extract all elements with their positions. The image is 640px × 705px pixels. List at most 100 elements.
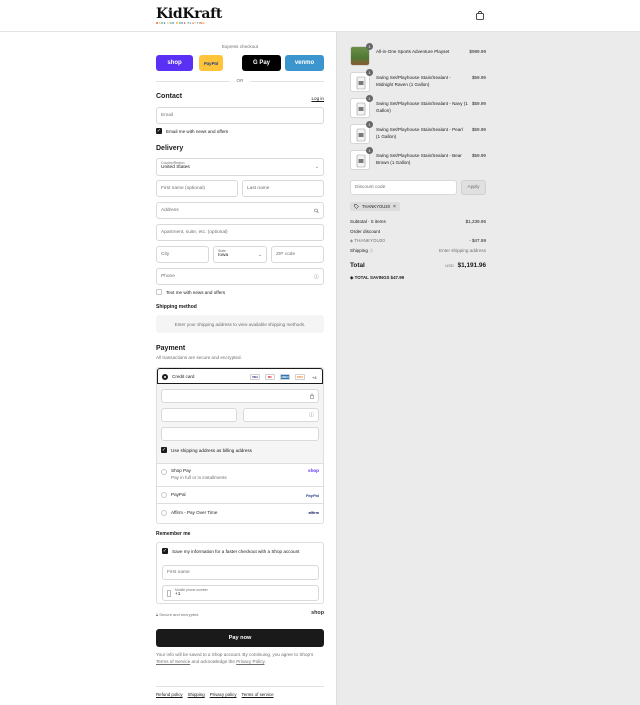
address-field[interactable]: Address [156,202,324,219]
discount-code-input[interactable]: Discount code [350,180,457,195]
chevron-down-icon: ⌄ [257,251,262,258]
shipping-value: Enter shipping address [439,248,486,253]
shop-pay-logo: shop [308,468,319,473]
order-item: 1 Swing Set/Playhouse Stain/Sealant - Pea… [350,121,486,146]
info-icon[interactable]: ⓘ [369,248,373,253]
privacy-link[interactable]: Privacy Policy [236,659,264,664]
order-discount-row: Order discount [350,229,486,234]
header: KidKraft MADE FOR MORE PLAYTIME [0,0,640,32]
footer-link[interactable]: Privacy policy [210,692,237,697]
total-label: Total [350,262,365,269]
card-number-field[interactable] [161,389,319,403]
express-button-3[interactable]: venmo [285,55,324,71]
remove-discount-icon[interactable]: × [393,204,396,210]
discount-tag: THANKYOU20 × [350,202,400,211]
quantity-badge: 1 [366,147,373,154]
quantity-badge: 1 [366,95,373,102]
last-name-field[interactable]: Last name [242,180,324,197]
state-select[interactable]: State Iowa ⌄ [213,246,267,263]
first-name-placeholder: First name (optional) [161,186,205,191]
help-icon[interactable]: ⓘ [309,412,314,419]
order-summary: 1 All-in-One Sports Adventure Playset $999… [336,32,640,705]
card-brand-icon: MC [265,374,275,380]
footer-link[interactable]: Terms of service [242,692,274,697]
first-name-field[interactable]: First name (optional) [156,180,238,197]
shipping-label: Shipping [350,248,368,253]
email-field[interactable]: Email [156,107,324,124]
kidkraft-logo[interactable]: KidKraft MADE FOR MORE PLAYTIME [156,7,222,25]
credit-card-radio[interactable] [162,374,168,380]
address-placeholder: Address [161,208,179,213]
affirm-label: Affirm - Pay Over Time [171,510,218,515]
total-value: $1,191.96 [457,262,486,269]
footer-link[interactable]: Shipping [188,692,205,697]
mobile-phone-field[interactable]: Mobile phone number +1 [162,585,319,601]
savings-value: $47.99 [390,275,405,280]
or-divider: OR [156,78,324,83]
save-info-label: Save my information for a faster checkou… [172,548,300,554]
shopping-bag-icon[interactable] [476,11,484,20]
order-item: 1 All-in-One Sports Adventure Playset $999… [350,43,486,68]
subtotal-row: Subtotal · 5 items $1,239.95 [350,219,486,224]
discount-value: - $47.99 [469,238,486,243]
save-info-checkbox[interactable]: ✓ [162,548,168,554]
zip-field[interactable]: ZIP code [271,246,324,263]
country-select[interactable]: Country/Region United States ⌄ [156,158,324,176]
secure-note: 🔒︎ Secure and encrypted [156,612,198,617]
terms-link[interactable]: Terms of Service [156,659,190,664]
affirm-radio[interactable] [161,510,167,516]
pay-now-button[interactable]: Pay now [156,629,324,647]
remember-first-name-field[interactable]: First name [162,565,319,580]
paypal-logo: PayPal [305,492,319,498]
tag-icon [354,204,359,209]
shop-pay-option[interactable]: Shop Pay Pay in full or in installments … [157,464,323,487]
express-button-label: shop [167,60,182,66]
product-name: Swing Set/Playhouse Stain/Sealant - Pear… [376,127,463,139]
express-button-2[interactable]: G Pay [242,55,281,71]
paypal-option[interactable]: PayPal PayPal [157,487,323,504]
shop-pay-label: Shop Pay [171,468,191,473]
phone-placeholder: Phone [161,274,175,279]
contact-heading: Contact [156,93,183,100]
login-link[interactable]: Log in [311,96,324,101]
text-news-checkbox[interactable] [156,289,162,295]
product-price: $59.99 [471,75,486,80]
footer-links: Refund policy Shipping Privacy policy Terms… [156,686,324,697]
express-button-label: PayPal [203,60,219,66]
express-checkout-label: Express checkout [221,44,259,49]
logo-tagline: MADE FOR MORE PLAYTIME [156,22,206,25]
apply-button[interactable]: Apply [461,180,486,195]
city-placeholder: City [161,252,170,257]
pay-now-label: Pay now [228,635,252,641]
card-brand-icon: VISA [250,374,260,380]
express-button-1[interactable]: PayPal [199,55,223,71]
credit-card-option[interactable]: Credit card VISA MC AMEX DISC +4 [157,368,323,384]
name-on-card-field[interactable] [161,427,319,441]
shipping-row: Shipping ⓘ Enter shipping address [350,248,486,254]
paypal-radio[interactable] [161,492,167,498]
remember-me-heading: Remember me [156,531,191,537]
discount-placeholder: Discount code [355,185,386,190]
footer-link[interactable]: Refund policy [156,692,183,697]
remember-me-box: ✓ Save my information for a faster check… [156,542,324,604]
city-field[interactable]: City [156,246,209,263]
billing-same-checkbox[interactable]: ✓ [161,447,167,453]
product-price: $59.99 [471,127,486,132]
apartment-field[interactable]: Apartment, suite, etc. (optional) [156,224,324,241]
email-news-checkbox[interactable]: ✓ [156,128,162,134]
currency-label: USD [445,263,454,268]
mobile-phone-icon [167,590,171,597]
subtotal-label: Subtotal · 5 items [350,219,386,224]
phone-field[interactable]: Phone ⓘ [156,268,324,285]
help-icon[interactable]: ⓘ [314,273,319,280]
product-price: $999.99 [469,49,486,54]
security-code-field[interactable]: ⓘ [243,408,319,422]
affirm-option[interactable]: Affirm - Pay Over Time affirm [157,504,323,523]
total-savings-row: ◈ TOTAL SAVINGS $47.99 [350,275,486,281]
chevron-down-icon: ⌄ [314,164,319,170]
shop-pay-sublabel: Pay in full or in installments [171,475,227,480]
express-button-0[interactable]: shop [156,55,193,71]
discount-code-row: ◈ THANKYOU20 - $47.99 [350,238,486,243]
shop-pay-radio[interactable] [161,469,167,475]
expiry-field[interactable] [161,408,237,422]
